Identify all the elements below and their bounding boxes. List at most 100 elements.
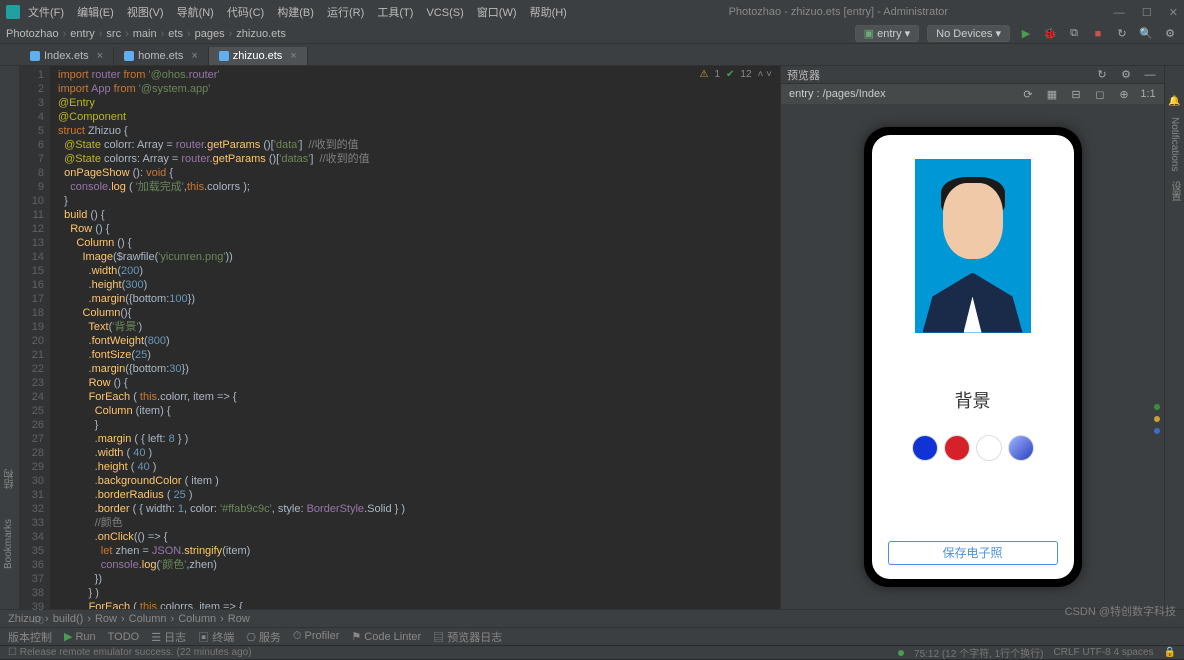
menu-help[interactable]: 帮助(H): [530, 7, 567, 19]
rotate-icon[interactable]: ⟳: [1020, 86, 1036, 102]
crumb[interactable]: main: [133, 28, 157, 40]
search-icon[interactable]: 🔍: [1138, 26, 1154, 42]
tool-run[interactable]: Run: [64, 630, 96, 643]
tab-index[interactable]: Index.ets×: [20, 47, 114, 65]
window-title: Photozhao - zhizuo.ets [entry] - Adminis…: [577, 6, 1100, 18]
crumb[interactable]: ets: [168, 28, 183, 40]
grid-icon[interactable]: ▦: [1044, 86, 1060, 102]
run-icon[interactable]: ▶: [1018, 26, 1034, 42]
inspection-widget[interactable]: ⚠1 ✔12 ˄ ˅: [699, 68, 772, 82]
device-frame: 背景 保存电子照: [864, 127, 1082, 587]
zoom-reset-icon[interactable]: 1:1: [1140, 86, 1156, 102]
profile-icon[interactable]: ⧉: [1066, 26, 1082, 42]
settings-icon[interactable]: ⚙: [1162, 26, 1178, 42]
background-label: 背景: [955, 387, 991, 413]
preview-refresh-icon[interactable]: ↻: [1094, 67, 1110, 83]
swatch-red[interactable]: [944, 435, 970, 461]
previewer-title: 预览器: [787, 67, 820, 83]
tool-services[interactable]: ⎔ 服务: [246, 629, 281, 645]
tool-window-bar: 版本控制 Run TODO ☰ 日志 ▣ 终端 ⎔ 服务 ⏱ Profiler …: [0, 627, 1184, 645]
settings-tab[interactable]: 设置: [1167, 181, 1182, 201]
minimize-icon[interactable]: —: [1114, 7, 1125, 19]
crumb-project[interactable]: Photozhao: [6, 28, 59, 40]
menu-view[interactable]: 视图(V): [127, 7, 164, 19]
menu-code[interactable]: 代码(C): [227, 7, 264, 19]
zoom-fit-icon[interactable]: ◻: [1092, 86, 1108, 102]
preview-stage: 背景 保存电子照: [781, 104, 1164, 609]
notifications-tab[interactable]: Notifications: [1169, 117, 1180, 171]
tab-close-icon[interactable]: ×: [97, 50, 103, 62]
crumb[interactable]: Row: [228, 613, 250, 625]
device-screen[interactable]: 背景 保存电子照: [872, 135, 1074, 579]
save-photo-button[interactable]: 保存电子照: [888, 541, 1058, 565]
zoom-out-icon[interactable]: ⊟: [1068, 86, 1084, 102]
editor-tabs: Index.ets× home.ets× zhizuo.ets×: [0, 44, 1184, 66]
crumb[interactable]: Column: [178, 613, 216, 625]
title-bar: 文件(F) 编辑(E) 视图(V) 导航(N) 代码(C) 构建(B) 运行(R…: [0, 0, 1184, 24]
swatch-white[interactable]: [976, 435, 1002, 461]
status-bar: ☐ Release remote emulator success. (22 m…: [0, 645, 1184, 659]
status-indicator-icon: [898, 650, 904, 656]
bookmarks-tab[interactable]: Bookmarks: [3, 519, 14, 569]
status-message: ☐ Release remote emulator success. (22 m…: [8, 647, 252, 658]
crumb[interactable]: src: [106, 28, 121, 40]
debug-icon[interactable]: 🐞: [1042, 26, 1058, 42]
preview-hide-icon[interactable]: —: [1142, 67, 1158, 83]
tab-close-icon[interactable]: ×: [290, 50, 296, 62]
preview-entry-path: entry : /pages/Index: [789, 88, 886, 100]
zoom-in-icon[interactable]: ⊕: [1116, 86, 1132, 102]
encoding-info[interactable]: CRLF UTF-8 4 spaces: [1054, 647, 1154, 658]
tab-close-icon[interactable]: ×: [191, 50, 197, 62]
line-numbers: 1234567891011121314151617181920212223242…: [20, 66, 50, 609]
tool-log[interactable]: ☰ 日志: [151, 629, 186, 645]
crumb[interactable]: Zhizuo: [8, 613, 41, 625]
menu-navigate[interactable]: 导航(N): [177, 7, 214, 19]
crumb[interactable]: Row: [95, 613, 117, 625]
menu-run[interactable]: 运行(R): [327, 7, 364, 19]
previewer-panel: 预览器 ↻ ⚙ — entry : /pages/Index ⟳ ▦ ⊟ ◻ ⊕…: [780, 66, 1164, 609]
crumb-file[interactable]: zhizuo.ets: [236, 28, 286, 40]
file-icon: [124, 51, 134, 61]
file-icon: [219, 51, 229, 61]
color-swatches: [912, 435, 1034, 461]
menu-file[interactable]: 文件(F): [28, 7, 64, 19]
crumb[interactable]: entry: [70, 28, 94, 40]
run-config-selector[interactable]: ▣ entry ▾: [855, 25, 920, 42]
menu-vcs[interactable]: VCS(S): [426, 7, 463, 19]
maximize-icon[interactable]: ☐: [1142, 7, 1152, 19]
id-photo: [915, 159, 1031, 333]
structure-breadcrumb: Zhizuo› build()› Row› Column› Column› Ro…: [0, 609, 1184, 627]
main-menu: 文件(F) 编辑(E) 视图(V) 导航(N) 代码(C) 构建(B) 运行(R…: [28, 4, 577, 20]
tool-linter[interactable]: ⚑ Code Linter: [351, 630, 421, 643]
cursor-position[interactable]: 75:12 (12 个字符, 1行个换行): [914, 645, 1043, 660]
app-logo: [6, 5, 20, 19]
device-selector[interactable]: No Devices ▾: [927, 25, 1010, 42]
stop-icon[interactable]: ■: [1090, 26, 1106, 42]
right-gutter: 🔔 Notifications 设置: [1164, 66, 1184, 609]
preview-settings-icon[interactable]: ⚙: [1118, 67, 1134, 83]
file-icon: [30, 51, 40, 61]
tool-terminal[interactable]: ▣ 终端: [198, 629, 234, 645]
lock-icon[interactable]: 🔒: [1164, 647, 1176, 658]
tool-profiler[interactable]: ⏱ Profiler: [293, 630, 339, 643]
preview-indicators: [1154, 404, 1160, 434]
swatch-blue[interactable]: [912, 435, 938, 461]
tab-home[interactable]: home.ets×: [114, 47, 209, 65]
menu-edit[interactable]: 编辑(E): [77, 7, 114, 19]
tool-vcs[interactable]: 版本控制: [8, 629, 52, 645]
swatch-gradient[interactable]: [1008, 435, 1034, 461]
menu-tools[interactable]: 工具(T): [377, 7, 413, 19]
structure-tab[interactable]: 结构: [3, 469, 18, 489]
menu-window[interactable]: 窗口(W): [477, 7, 517, 19]
close-icon[interactable]: ✕: [1169, 7, 1178, 19]
crumb[interactable]: build(): [53, 613, 84, 625]
sync-icon[interactable]: ↻: [1114, 26, 1130, 42]
crumb[interactable]: Column: [129, 613, 167, 625]
menu-build[interactable]: 构建(B): [277, 7, 314, 19]
tab-zhizuo[interactable]: zhizuo.ets×: [209, 47, 308, 65]
crumb[interactable]: pages: [195, 28, 225, 40]
notifications-icon[interactable]: 🔔: [1168, 96, 1180, 107]
code-editor[interactable]: ⚠1 ✔12 ˄ ˅ import router from '@ohos.rou…: [50, 66, 780, 609]
tool-preview-log[interactable]: ▤ 预览器日志: [433, 629, 502, 645]
left-gutter: Bookmarks 结构: [0, 66, 20, 609]
